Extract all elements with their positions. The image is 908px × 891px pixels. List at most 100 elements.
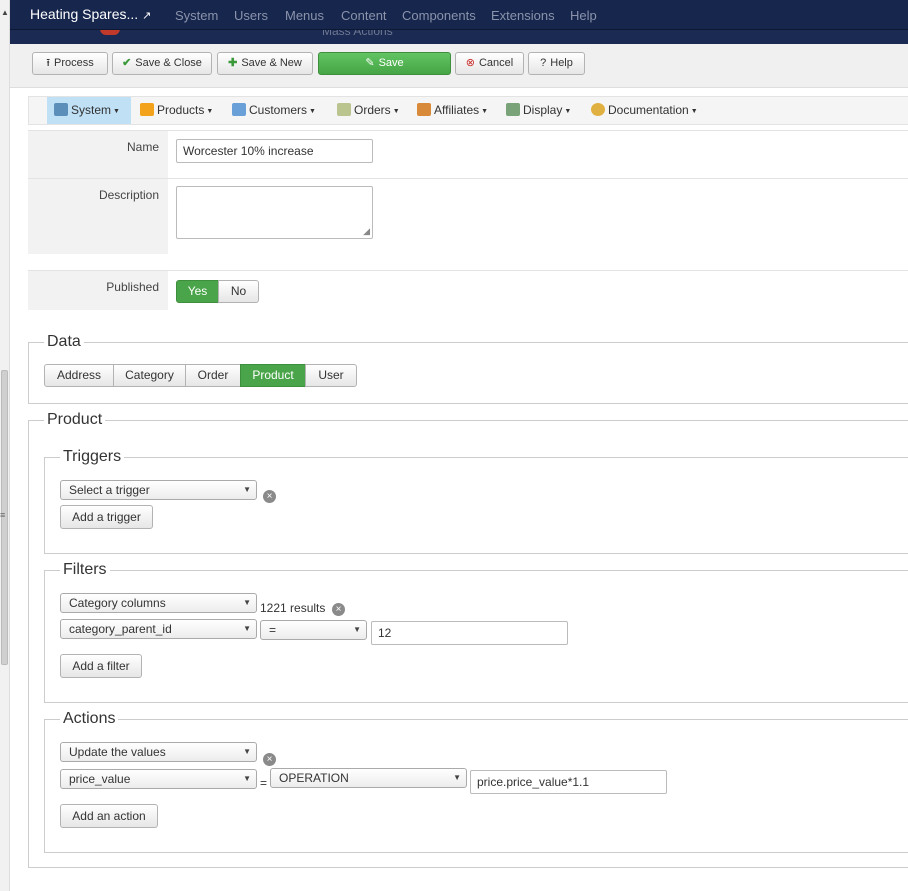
add-trigger-button[interactable]: Add a trigger (60, 505, 153, 529)
menu-system[interactable]: System ▼ (47, 97, 131, 124)
dropdown-arrow-icon: ▼ (243, 774, 251, 783)
menu-system-label: System (71, 103, 112, 117)
save-new-label: Save & New (241, 57, 302, 69)
save-new-button[interactable]: ✚ Save & New (217, 52, 313, 75)
filter-type-value: Category columns (69, 596, 166, 610)
caret-down-icon: ▼ (392, 108, 400, 115)
action-column-value: price_value (69, 772, 131, 786)
dropdown-arrow-icon: ▼ (353, 625, 361, 634)
save-label: Save (378, 57, 404, 69)
description-row: Description ◢ (28, 178, 908, 254)
menu-products[interactable]: Products ▼ (133, 97, 223, 124)
site-brand-text: Heating Spares... (30, 6, 139, 22)
menu-orders-label: Orders (354, 103, 391, 117)
resize-handle-icon[interactable]: ◢ (363, 226, 370, 237)
filter-type-select[interactable]: Category columns ▼ (60, 593, 257, 613)
topmenu-users[interactable]: Users (234, 8, 268, 23)
scroll-up-arrow-icon[interactable]: ▲ (1, 8, 9, 17)
remove-filter-icon[interactable]: × (332, 603, 345, 616)
topmenu-menus[interactable]: Menus (285, 8, 324, 23)
check-icon: ✔ (122, 57, 132, 69)
filter-value-input[interactable]: 12 (371, 621, 568, 645)
process-button[interactable]: ⭱ Process (32, 52, 108, 75)
name-input[interactable]: Worcester 10% increase (176, 139, 373, 163)
topmenu-components[interactable]: Components (402, 8, 476, 23)
topmenu-system[interactable]: System (175, 8, 218, 23)
menu-customers-label: Customers (249, 103, 308, 117)
component-logo (100, 30, 120, 35)
description-textarea[interactable]: ◢ (176, 186, 373, 239)
page-header-title: Mass Actions (322, 30, 393, 38)
filter-operator-value: = (269, 623, 277, 637)
caret-down-icon: ▼ (481, 108, 489, 115)
data-tab-order[interactable]: Order (185, 364, 241, 387)
filter-column-select[interactable]: category_parent_id ▼ (60, 619, 257, 639)
browser-scrollbar[interactable]: ▲ ≡ (0, 0, 10, 891)
menu-orders[interactable]: Orders ▼ (330, 97, 408, 124)
tools-icon (54, 103, 68, 116)
orders-icon (337, 103, 351, 116)
action-type-select[interactable]: Update the values ▼ (60, 742, 257, 762)
menu-documentation[interactable]: Documentation ▼ (584, 97, 704, 124)
products-icon (140, 103, 154, 116)
filter-column-value: category_parent_id (69, 622, 172, 636)
cancel-button[interactable]: ⊗ Cancel (455, 52, 524, 75)
component-menu: System ▼ Products ▼ Customers ▼ Orders ▼ Aff… (28, 96, 908, 125)
menu-products-label: Products (157, 103, 205, 117)
data-tab-product[interactable]: Product (240, 364, 306, 387)
caret-down-icon: ▼ (309, 108, 316, 115)
topmenu-help[interactable]: Help (570, 8, 597, 23)
remove-action-icon[interactable]: × (263, 753, 276, 766)
admin-top-nav: Heating Spares... ↗ System Users Menus Co… (10, 0, 908, 30)
name-label: Name (28, 131, 168, 178)
action-toolbar: ⭱ Process ✔ Save & Close ✚ Save & New ✎ Save… (10, 44, 908, 88)
site-brand-link[interactable]: Heating Spares... ↗ (30, 6, 151, 22)
filters-legend: Filters (60, 561, 110, 579)
customers-icon (232, 103, 246, 116)
documentation-icon (591, 103, 605, 116)
data-tab-category[interactable]: Category (113, 364, 186, 387)
add-filter-button[interactable]: Add a filter (60, 654, 142, 678)
data-tab-user[interactable]: User (305, 364, 357, 387)
menu-customers[interactable]: Customers ▼ (225, 97, 325, 124)
topmenu-extensions[interactable]: Extensions (491, 8, 555, 23)
topmenu-content[interactable]: Content (341, 8, 387, 23)
help-button[interactable]: ? Help (528, 52, 585, 75)
action-column-select[interactable]: price_value ▼ (60, 769, 257, 789)
data-tab-address[interactable]: Address (44, 364, 114, 387)
help-label: Help (550, 57, 573, 69)
save-button[interactable]: ✎ Save (318, 52, 451, 75)
menu-affiliates[interactable]: Affiliates ▼ (410, 97, 498, 124)
published-yes-button[interactable]: Yes (176, 280, 219, 303)
add-action-button[interactable]: Add an action (60, 804, 158, 828)
published-no-button[interactable]: No (218, 280, 259, 303)
save-close-button[interactable]: ✔ Save & Close (112, 52, 212, 75)
menu-display[interactable]: Display ▼ (499, 97, 581, 124)
menu-affiliates-label: Affiliates (434, 103, 480, 117)
triggers-legend: Triggers (60, 448, 125, 466)
filter-operator-select[interactable]: = ▼ (260, 620, 367, 640)
name-row: Name Worcester 10% increase (28, 130, 908, 178)
menu-documentation-label: Documentation (608, 103, 689, 117)
dropdown-arrow-icon: ▼ (243, 747, 251, 756)
triggers-fieldset (44, 457, 908, 554)
upload-icon: ⭱ (46, 57, 51, 69)
product-legend: Product (44, 411, 106, 429)
external-link-icon: ↗ (142, 10, 152, 22)
remove-trigger-icon[interactable]: × (263, 490, 276, 503)
description-label: Description (28, 179, 168, 254)
process-label: Process (54, 57, 94, 69)
dropdown-arrow-icon: ▼ (243, 485, 251, 494)
action-mode-value: OPERATION (279, 771, 349, 785)
action-value-input[interactable]: price.price_value*1.1 (470, 770, 667, 794)
action-equals-sign: = (260, 776, 268, 790)
published-label: Published (28, 271, 168, 310)
caret-down-icon: ▼ (690, 108, 698, 115)
trigger-select[interactable]: Select a trigger ▼ (60, 480, 257, 500)
cancel-circle-icon: ⊗ (465, 57, 475, 69)
dropdown-arrow-icon: ▼ (243, 598, 251, 607)
dropdown-arrow-icon: ▼ (453, 773, 461, 782)
trigger-select-value: Select a trigger (69, 483, 150, 497)
action-mode-select[interactable]: OPERATION ▼ (270, 768, 467, 788)
caret-down-icon: ▼ (564, 108, 572, 115)
